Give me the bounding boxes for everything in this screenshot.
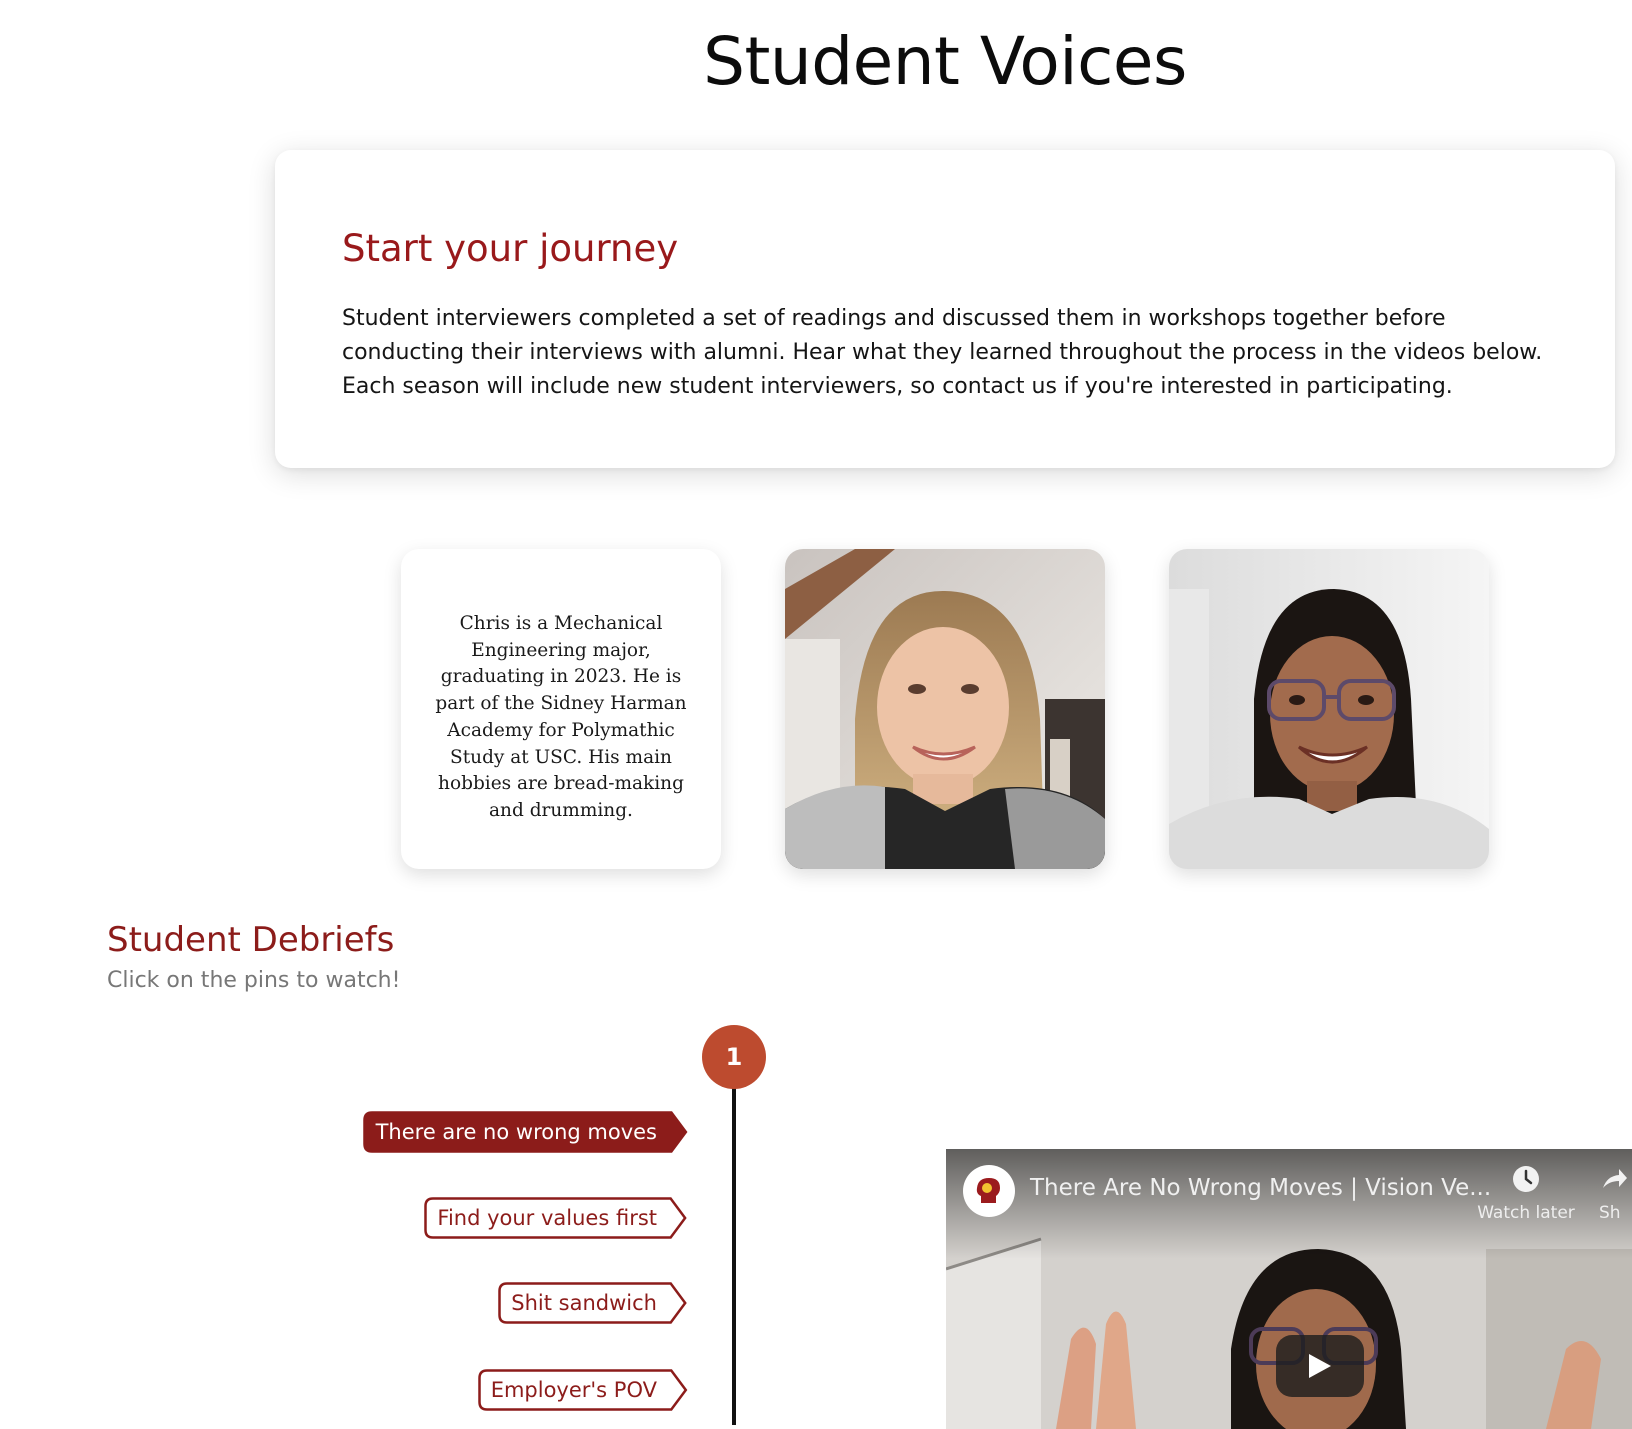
- section-title: Student Debriefs: [107, 920, 395, 960]
- intro-heading: Start your journey: [342, 227, 679, 270]
- page-title: Student Voices: [703, 23, 1187, 100]
- debrief-tag[interactable]: Find your values first: [424, 1197, 688, 1239]
- debrief-tag-label: Find your values first: [437, 1206, 657, 1230]
- play-icon: [1309, 1354, 1331, 1378]
- debrief-tag-label: Shit sandwich: [511, 1291, 657, 1315]
- intro-card: Start your journey Student interviewers …: [275, 150, 1615, 468]
- student-photo: [1169, 549, 1489, 869]
- student-photo: [785, 549, 1105, 869]
- video-player[interactable]: There Are No Wrong Moves | Vision Ve... …: [946, 1149, 1632, 1429]
- video-title[interactable]: There Are No Wrong Moves | Vision Ve...: [1030, 1173, 1491, 1203]
- section-subtitle: Click on the pins to watch!: [107, 968, 401, 993]
- intro-body: Student interviewers completed a set of …: [342, 306, 1543, 399]
- debrief-tag-label: Employer's POV: [490, 1378, 657, 1402]
- clock-icon: [1513, 1166, 1539, 1192]
- play-button[interactable]: [1276, 1335, 1364, 1397]
- timeline-pin[interactable]: 1: [702, 1025, 766, 1089]
- debrief-tag[interactable]: Employer's POV: [477, 1369, 688, 1411]
- share-label: Sh: [1599, 1203, 1621, 1223]
- head-logo-icon: [976, 1178, 1000, 1203]
- debrief-tag-label: There are no wrong moves: [375, 1120, 657, 1144]
- profile-card-photo[interactable]: [785, 549, 1105, 869]
- profile-bio: Chris is a Mechanical Engineering major,…: [435, 613, 687, 821]
- watch-later-button[interactable]: Watch later: [1476, 1164, 1576, 1223]
- debrief-tag[interactable]: There are no wrong moves: [362, 1111, 688, 1153]
- channel-logo[interactable]: [963, 1165, 1015, 1217]
- share-arrow-icon: [1603, 1169, 1627, 1188]
- watch-later-label: Watch later: [1477, 1203, 1575, 1223]
- share-button[interactable]: Sh: [1599, 1164, 1632, 1223]
- profile-card-chris[interactable]: Chris is a Mechanical Engineering major,…: [401, 549, 721, 869]
- debrief-tag[interactable]: Shit sandwich: [498, 1282, 688, 1324]
- profile-card-photo[interactable]: [1169, 549, 1489, 869]
- timeline-line: [732, 1085, 736, 1425]
